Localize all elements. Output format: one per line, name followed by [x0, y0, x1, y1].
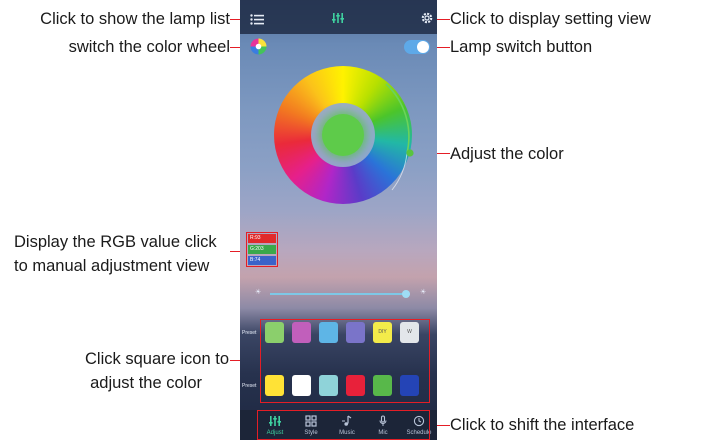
app-screenshot: R:93 G:203 B:74 ☀ ☀ Preset DIY W Preset Adj…	[240, 0, 437, 440]
swatch-highlight-box	[260, 319, 430, 403]
preset-row-label: Preset	[242, 330, 257, 336]
callout-lamp-list: Click to show the lamp list	[40, 10, 230, 28]
callout-square-line2: adjust the color	[90, 374, 202, 392]
callout-adjust-color: Adjust the color	[450, 145, 564, 163]
color-handle-knob[interactable]	[406, 149, 414, 157]
brightness-arc[interactable]	[240, 0, 437, 260]
callout-setting-view: Click to display setting view	[450, 10, 651, 28]
callout-color-wheel-switch: switch the color wheel	[68, 38, 230, 56]
annotated-screenshot: Click to show the lamp list switch the c…	[0, 0, 703, 440]
callout-lamp-switch: Lamp switch button	[450, 38, 593, 56]
callout-square-line1: Click square icon to	[85, 350, 229, 368]
tab-highlight-box	[257, 410, 430, 440]
brightness-slider-thumb[interactable]	[401, 290, 410, 298]
brightness-min-icon: ☀	[255, 289, 262, 296]
callout-rgb-line2: to manual adjustment view	[14, 257, 210, 275]
rgb-highlight-box	[246, 232, 278, 267]
preset-row-label: Preset	[242, 383, 257, 389]
callout-shift-interface: Click to shift the interface	[450, 416, 635, 434]
brightness-slider-track[interactable]	[270, 293, 410, 295]
brightness-max-icon: ☀	[420, 289, 427, 296]
callout-rgb-line1: Display the RGB value click	[14, 233, 217, 251]
